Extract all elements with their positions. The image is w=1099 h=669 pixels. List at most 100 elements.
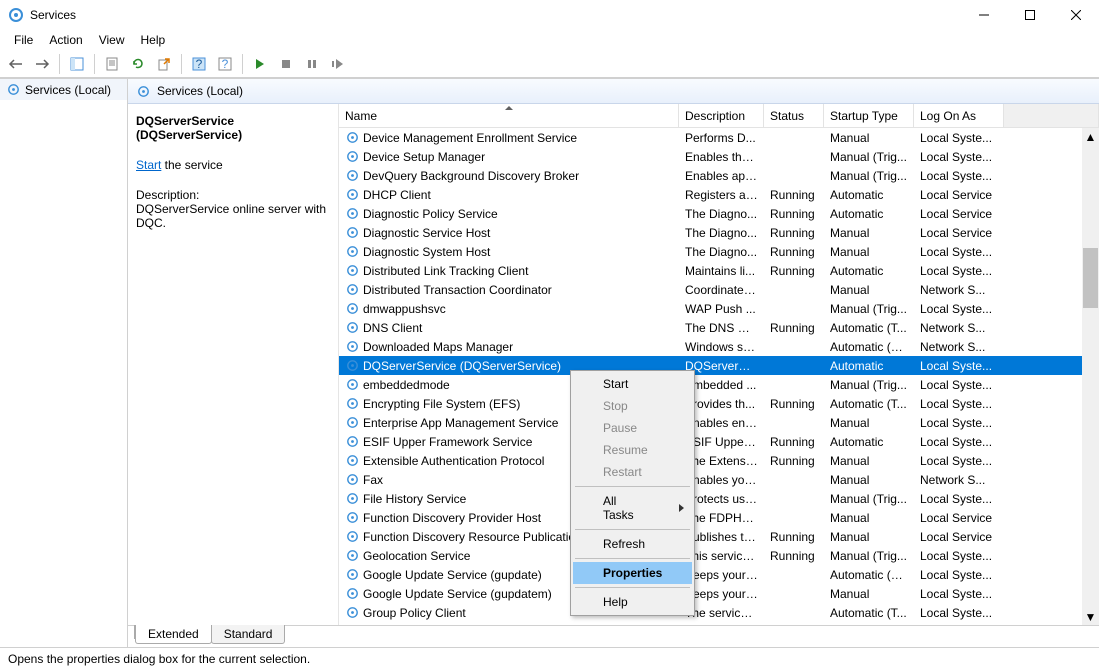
help-topics-button[interactable]: ? xyxy=(213,52,237,76)
show-hide-tree-button[interactable] xyxy=(65,52,89,76)
column-status[interactable]: Status xyxy=(764,104,824,127)
table-row[interactable]: Group Policy ClientThe service ...Automa… xyxy=(339,603,1099,622)
start-service-button[interactable] xyxy=(248,52,272,76)
gear-icon xyxy=(345,586,360,601)
ctx-stop[interactable]: Stop xyxy=(573,395,692,417)
scroll-up-icon[interactable]: ▲ xyxy=(1082,128,1099,145)
cell-status: Running xyxy=(764,245,824,259)
maximize-button[interactable] xyxy=(1007,0,1053,30)
tab-extended[interactable]: Extended xyxy=(135,625,212,644)
service-name: DHCP Client xyxy=(363,188,431,202)
table-row[interactable]: Device Setup ManagerEnables the ...Manua… xyxy=(339,147,1099,166)
column-description[interactable]: Description xyxy=(679,104,764,127)
ctx-start[interactable]: Start xyxy=(573,373,692,395)
ctx-restart[interactable]: Restart xyxy=(573,461,692,483)
table-row[interactable]: File History ServiceProtects use...Manua… xyxy=(339,489,1099,508)
vertical-scrollbar[interactable]: ▲ ▼ xyxy=(1082,128,1099,625)
cell-logon: Network S... xyxy=(914,473,1004,487)
service-name: Function Discovery Resource Publication xyxy=(363,530,582,544)
ctx-alltasks[interactable]: All Tasks xyxy=(573,490,692,526)
table-row[interactable]: Geolocation ServiceThis service ...Runni… xyxy=(339,546,1099,565)
back-button[interactable] xyxy=(4,52,28,76)
tree-root-services-local[interactable]: Services (Local) xyxy=(0,79,127,100)
table-row[interactable]: Distributed Link Tracking ClientMaintain… xyxy=(339,261,1099,280)
column-logon[interactable]: Log On As xyxy=(914,104,1004,127)
ctx-properties-label: Properties xyxy=(603,566,662,580)
table-row[interactable]: Diagnostic Service HostThe Diagno...Runn… xyxy=(339,223,1099,242)
pause-service-button[interactable] xyxy=(300,52,324,76)
table-row[interactable]: embeddedmodeEmbedded ...Manual (Trig...L… xyxy=(339,375,1099,394)
menu-file[interactable]: File xyxy=(6,31,41,49)
table-row[interactable]: Encrypting File System (EFS)Provides th.… xyxy=(339,394,1099,413)
table-row[interactable]: Extensible Authentication ProtocolThe Ex… xyxy=(339,451,1099,470)
gear-icon xyxy=(345,377,360,392)
export-button[interactable] xyxy=(152,52,176,76)
ctx-refresh[interactable]: Refresh xyxy=(573,533,692,555)
cell-startup: Automatic xyxy=(824,188,914,202)
menu-help[interactable]: Help xyxy=(133,31,174,49)
cell-logon: Local Service xyxy=(914,188,1004,202)
scroll-thumb[interactable] xyxy=(1083,248,1098,308)
table-row[interactable]: FaxEnables you...ManualNetwork S... xyxy=(339,470,1099,489)
forward-button[interactable] xyxy=(30,52,54,76)
cell-startup: Manual xyxy=(824,587,914,601)
scroll-down-icon[interactable]: ▼ xyxy=(1082,608,1099,625)
minimize-button[interactable] xyxy=(961,0,1007,30)
table-row[interactable]: Function Discovery Resource PublicationP… xyxy=(339,527,1099,546)
main-area: Services (Local) Services (Local) DQServ… xyxy=(0,78,1099,647)
table-row[interactable]: Google Update Service (gupdate)Keeps you… xyxy=(339,565,1099,584)
table-row[interactable]: Function Discovery Provider HostThe FDPH… xyxy=(339,508,1099,527)
refresh-button[interactable] xyxy=(126,52,150,76)
table-row[interactable]: DNS ClientThe DNS Cli...RunningAutomatic… xyxy=(339,318,1099,337)
cell-logon: Local Syste... xyxy=(914,169,1004,183)
cell-startup: Automatic (T... xyxy=(824,606,914,620)
menu-action[interactable]: Action xyxy=(41,31,90,49)
cell-status: Running xyxy=(764,454,824,468)
start-service-suffix: the service xyxy=(161,158,222,172)
menu-view[interactable]: View xyxy=(91,31,133,49)
description-text: DQServerService online server with DQC. xyxy=(136,202,326,230)
table-row[interactable]: Diagnostic System HostThe Diagno...Runni… xyxy=(339,242,1099,261)
gear-icon xyxy=(345,605,360,620)
window-title: Services xyxy=(30,8,961,22)
help-button[interactable]: ? xyxy=(187,52,211,76)
cell-logon: Local Syste... xyxy=(914,150,1004,164)
cell-description: Coordinates... xyxy=(679,283,764,297)
tree-pane: Services (Local) xyxy=(0,79,128,647)
start-service-link[interactable]: Start xyxy=(136,158,161,172)
cell-status: Running xyxy=(764,207,824,221)
table-row[interactable]: Downloaded Maps ManagerWindows se...Auto… xyxy=(339,337,1099,356)
column-startup[interactable]: Startup Type xyxy=(824,104,914,127)
cell-description: The DNS Cli... xyxy=(679,321,764,335)
table-row[interactable]: Distributed Transaction CoordinatorCoord… xyxy=(339,280,1099,299)
restart-service-button[interactable] xyxy=(326,52,350,76)
rows-container: Device Management Enrollment ServicePerf… xyxy=(339,128,1099,625)
ctx-resume[interactable]: Resume xyxy=(573,439,692,461)
cell-name: dmwappushsvc xyxy=(339,301,679,316)
ctx-help[interactable]: Help xyxy=(573,591,692,613)
table-row[interactable]: DQServerService (DQServerService)DQServe… xyxy=(339,356,1099,375)
table-row[interactable]: Device Management Enrollment ServicePerf… xyxy=(339,128,1099,147)
table-row[interactable]: DHCP ClientRegisters an...RunningAutomat… xyxy=(339,185,1099,204)
column-name[interactable]: Name xyxy=(339,104,679,127)
gear-icon xyxy=(345,225,360,240)
gear-icon xyxy=(345,168,360,183)
table-row[interactable]: DevQuery Background Discovery BrokerEnab… xyxy=(339,166,1099,185)
cell-logon: Local Syste... xyxy=(914,587,1004,601)
close-button[interactable] xyxy=(1053,0,1099,30)
table-row[interactable]: Diagnostic Policy ServiceThe Diagno...Ru… xyxy=(339,204,1099,223)
properties-button[interactable] xyxy=(100,52,124,76)
tab-standard[interactable]: Standard xyxy=(211,625,286,644)
gear-icon xyxy=(345,282,360,297)
svg-text:?: ? xyxy=(196,57,203,71)
stop-service-button[interactable] xyxy=(274,52,298,76)
table-row[interactable]: ESIF Upper Framework ServiceESIF Upper .… xyxy=(339,432,1099,451)
cell-description: Performs D... xyxy=(679,131,764,145)
table-row[interactable]: Enterprise App Management ServiceEnables… xyxy=(339,413,1099,432)
gear-icon xyxy=(345,491,360,506)
gear-icon xyxy=(345,529,360,544)
ctx-pause[interactable]: Pause xyxy=(573,417,692,439)
ctx-properties[interactable]: Properties xyxy=(573,562,692,584)
table-row[interactable]: Google Update Service (gupdatem)Keeps yo… xyxy=(339,584,1099,603)
table-row[interactable]: dmwappushsvcWAP Push ...Manual (Trig...L… xyxy=(339,299,1099,318)
